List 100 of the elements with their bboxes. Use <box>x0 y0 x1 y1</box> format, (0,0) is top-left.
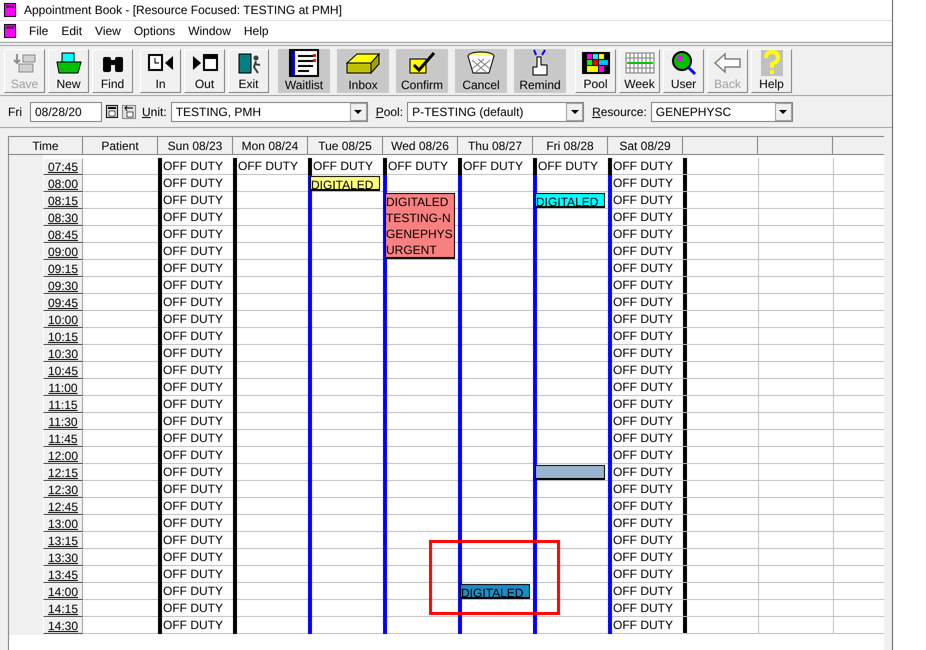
off-duty-label: OFF DUTY <box>612 413 673 429</box>
time-cell[interactable]: 12:15 <box>43 464 83 481</box>
toolbar-button[interactable]: Waitlist <box>278 48 330 92</box>
time-cell[interactable]: 07:45 <box>43 158 83 175</box>
off-duty-label: OFF DUTY <box>162 583 223 599</box>
menu-item[interactable]: File <box>29 22 48 40</box>
off-duty-label: OFF DUTY <box>612 515 673 531</box>
time-cell[interactable]: 13:45 <box>43 566 83 583</box>
unit-dropdown[interactable]: TESTING, PMH <box>170 102 368 122</box>
pool-dropdown[interactable]: P-TESTING (default) <box>407 102 584 122</box>
appointment-block[interactable]: DIGITALED <box>535 193 605 208</box>
column-header: Sat 08/29 <box>608 137 683 154</box>
empty-cell <box>833 413 884 430</box>
time-cell[interactable]: 09:45 <box>43 294 83 311</box>
appointment-block[interactable]: DIGITALED TESTING-N GENEPHYS URGENT <box>385 193 455 259</box>
toolbar-button[interactable]: Confirm <box>396 48 448 92</box>
resource-dropdown[interactable]: GENEPHYSC <box>650 102 793 122</box>
empty-cell <box>833 498 884 515</box>
document-icon <box>4 24 16 38</box>
off-duty-label: OFF DUTY <box>612 617 673 633</box>
time-cell[interactable]: 14:00 <box>43 583 83 600</box>
column-header: Patient <box>83 137 158 154</box>
off-duty-label: OFF DUTY <box>612 311 673 327</box>
off-duty-label: OFF DUTY <box>312 158 373 174</box>
time-cell[interactable]: 12:45 <box>43 498 83 515</box>
off-duty-label: OFF DUTY <box>162 430 223 446</box>
time-cell[interactable]: 13:30 <box>43 549 83 566</box>
time-cell[interactable]: 14:15 <box>43 600 83 617</box>
appointment-text: TESTING-N <box>386 210 452 226</box>
column-header: Thu 08/27 <box>458 137 533 154</box>
off-duty-label: OFF DUTY <box>612 158 673 174</box>
time-cell[interactable]: 08:30 <box>43 209 83 226</box>
appointment-block[interactable]: DIGITALED <box>460 584 530 599</box>
empty-cell <box>833 311 884 328</box>
toolbar-button[interactable]: In <box>140 48 181 92</box>
off-duty-label: OFF DUTY <box>612 583 673 599</box>
time-cell[interactable]: 14:30 <box>43 617 83 634</box>
off-duty-label: OFF DUTY <box>537 158 598 174</box>
empty-cell <box>833 464 884 481</box>
menu-item[interactable]: Window <box>188 22 231 40</box>
toolbar-button[interactable]: Out <box>184 48 225 92</box>
empty-cell <box>833 600 884 617</box>
time-cell[interactable]: 10:15 <box>43 328 83 345</box>
time-cell[interactable]: 11:00 <box>43 379 83 396</box>
menu-item[interactable]: Help <box>244 22 269 40</box>
off-duty-label: OFF DUTY <box>612 277 673 293</box>
checkbox-icon <box>407 51 437 75</box>
empty-cell <box>833 583 884 600</box>
empty-cell <box>833 226 884 243</box>
off-duty-label: OFF DUTY <box>612 464 673 480</box>
appointment-text: URGENT <box>386 242 438 258</box>
time-cell[interactable]: 08:45 <box>43 226 83 243</box>
time-cell[interactable]: 09:00 <box>43 243 83 260</box>
toolbar-button[interactable]: Week <box>619 48 660 92</box>
time-cell[interactable]: 10:30 <box>43 345 83 362</box>
off-duty-label: OFF DUTY <box>612 566 673 582</box>
time-cell[interactable]: 10:00 <box>43 311 83 328</box>
time-cell[interactable]: 13:00 <box>43 515 83 532</box>
time-cell[interactable]: 09:30 <box>43 277 83 294</box>
off-duty-label: OFF DUTY <box>162 481 223 497</box>
off-duty-label: OFF DUTY <box>162 209 223 225</box>
time-cell[interactable]: 13:15 <box>43 532 83 549</box>
empty-cell <box>833 379 884 396</box>
toolbar-button[interactable]: Find <box>92 48 133 92</box>
time-cell[interactable]: 12:30 <box>43 481 83 498</box>
toolbar-button[interactable]: Inbox <box>337 48 389 92</box>
toolbar-button[interactable]: Exit <box>228 48 269 92</box>
toolbar-button[interactable]: Cancel <box>455 48 507 92</box>
toolbar-button[interactable]: User <box>663 48 704 92</box>
time-cell[interactable]: 10:45 <box>43 362 83 379</box>
column-header: Time <box>9 137 83 154</box>
off-duty-label: OFF DUTY <box>612 226 673 242</box>
time-cell[interactable]: 08:00 <box>43 175 83 192</box>
toolbar-button[interactable]: Help <box>751 48 792 92</box>
off-duty-label: OFF DUTY <box>612 481 673 497</box>
appointment-block[interactable] <box>535 465 605 480</box>
day-label: Fri <box>8 104 22 120</box>
date-field[interactable]: 08/28/20 <box>30 102 102 122</box>
calendar-icon[interactable] <box>122 104 136 118</box>
appointment-block[interactable]: DIGITALED <box>310 176 380 191</box>
calendar-icon[interactable] <box>106 105 118 118</box>
time-cell[interactable]: 09:15 <box>43 260 83 277</box>
empty-cell <box>833 447 884 464</box>
toolbar-button[interactable]: New <box>48 48 89 92</box>
empty-cell <box>833 175 884 192</box>
toolbar-button[interactable]: Pool <box>575 48 616 92</box>
left-arrow-icon <box>712 52 742 74</box>
list-icon <box>289 49 319 77</box>
menu-item[interactable]: View <box>95 22 121 40</box>
off-duty-label: OFF DUTY <box>162 362 223 378</box>
time-cell[interactable]: 11:30 <box>43 413 83 430</box>
column-header: Fri 08/28 <box>533 137 608 154</box>
time-cell[interactable]: 08:15 <box>43 192 83 209</box>
time-cell[interactable]: 12:00 <box>43 447 83 464</box>
time-cell[interactable]: 11:15 <box>43 396 83 413</box>
time-cell[interactable]: 11:45 <box>43 430 83 447</box>
menu-item[interactable]: Options <box>134 22 176 40</box>
menu-item[interactable]: Edit <box>61 22 82 40</box>
off-duty-label: OFF DUTY <box>612 396 673 412</box>
toolbar-button[interactable]: Remind <box>514 48 566 92</box>
